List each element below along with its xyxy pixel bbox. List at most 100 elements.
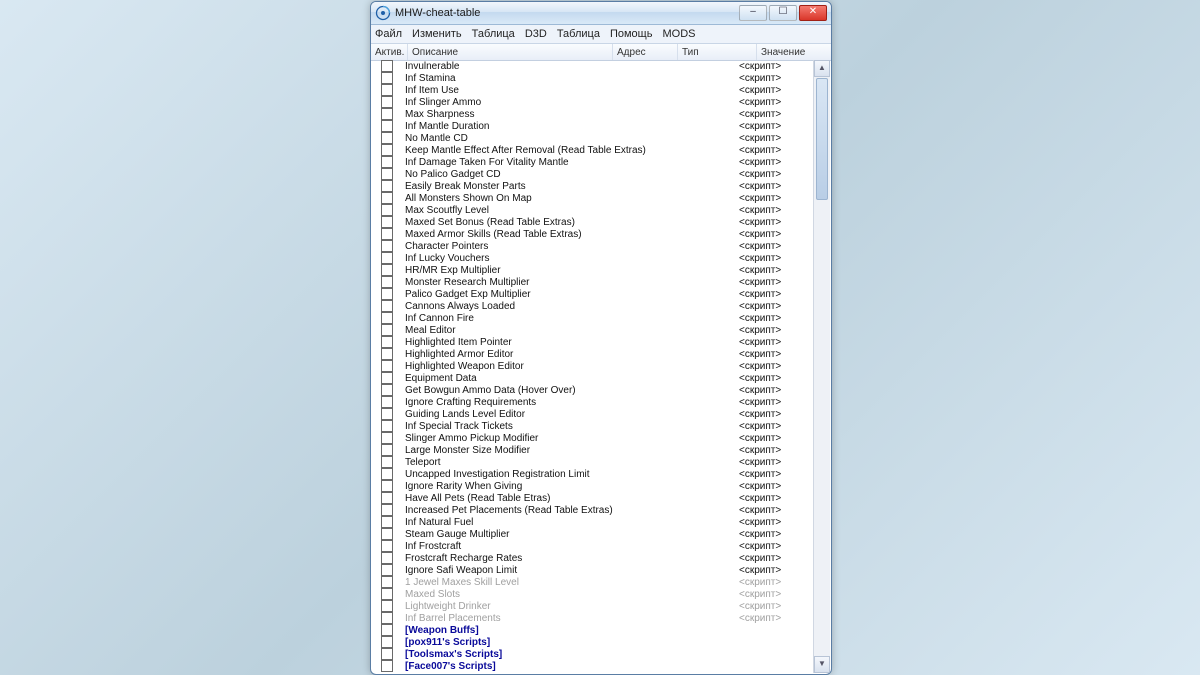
table-row[interactable]: Inf Natural Fuel<скрипт> [371,516,831,528]
table-row[interactable]: Cannons Always Loaded<скрипт> [371,300,831,312]
scroll-down-button[interactable]: ▼ [814,656,830,673]
checkbox-icon[interactable] [381,648,393,660]
table-row[interactable]: Large Monster Size Modifier<скрипт> [371,444,831,456]
table-row[interactable]: Highlighted Weapon Editor<скрипт> [371,360,831,372]
checkbox-icon[interactable] [381,60,393,72]
table-row[interactable]: [Face007's Scripts] [371,660,831,672]
active-checkbox[interactable] [371,348,403,360]
table-row[interactable]: Equipment Data<скрипт> [371,372,831,384]
checkbox-icon[interactable] [381,96,393,108]
table-row[interactable]: Inf Lucky Vouchers<скрипт> [371,252,831,264]
checkbox-icon[interactable] [381,516,393,528]
checkbox-icon[interactable] [381,540,393,552]
menu-table2[interactable]: Таблица [557,28,600,40]
table-row[interactable]: All Monsters Shown On Map<скрипт> [371,192,831,204]
checkbox-icon[interactable] [381,396,393,408]
col-value[interactable]: Значение [757,44,831,60]
table-row[interactable]: No Mantle CD<скрипт> [371,132,831,144]
active-checkbox[interactable] [371,144,403,156]
active-checkbox[interactable] [371,60,403,72]
active-checkbox[interactable] [371,96,403,108]
table-row[interactable]: Highlighted Armor Editor<скрипт> [371,348,831,360]
active-checkbox[interactable] [371,84,403,96]
active-checkbox[interactable] [371,168,403,180]
active-checkbox[interactable] [371,444,403,456]
active-checkbox[interactable] [371,408,403,420]
checkbox-icon[interactable] [381,480,393,492]
menu-d3d[interactable]: D3D [525,28,547,40]
menu-file[interactable]: Файл [375,28,402,40]
checkbox-icon[interactable] [381,264,393,276]
table-row[interactable]: Steam Gauge Multiplier<скрипт> [371,528,831,540]
checkbox-icon[interactable] [381,552,393,564]
active-checkbox[interactable] [371,204,403,216]
table-row[interactable]: Easily Break Monster Parts<скрипт> [371,180,831,192]
active-checkbox[interactable] [371,648,403,660]
checkbox-icon[interactable] [381,660,393,672]
checkbox-icon[interactable] [381,444,393,456]
table-row[interactable]: Monster Research Multiplier<скрипт> [371,276,831,288]
active-checkbox[interactable] [371,252,403,264]
table-row[interactable]: Ignore Rarity When Giving<скрипт> [371,480,831,492]
col-description[interactable]: Описание [408,44,613,60]
table-row[interactable]: Max Sharpness<скрипт> [371,108,831,120]
checkbox-icon[interactable] [381,360,393,372]
active-checkbox[interactable] [371,624,403,636]
active-checkbox[interactable] [371,384,403,396]
checkbox-icon[interactable] [381,300,393,312]
maximize-button[interactable]: ☐ [769,5,797,21]
table-row[interactable]: 1 Jewel Maxes Skill Level<скрипт> [371,576,831,588]
active-checkbox[interactable] [371,264,403,276]
minimize-button[interactable]: – [739,5,767,21]
menu-edit[interactable]: Изменить [412,28,462,40]
active-checkbox[interactable] [371,480,403,492]
active-checkbox[interactable] [371,192,403,204]
checkbox-icon[interactable] [381,240,393,252]
menu-help[interactable]: Помощь [610,28,653,40]
checkbox-icon[interactable] [381,336,393,348]
col-address[interactable]: Адрес [613,44,678,60]
scroll-up-button[interactable]: ▲ [814,60,830,77]
active-checkbox[interactable] [371,504,403,516]
table-row[interactable]: Inf Slinger Ammo<скрипт> [371,96,831,108]
active-checkbox[interactable] [371,312,403,324]
table-row[interactable]: Palico Gadget Exp Multiplier<скрипт> [371,288,831,300]
active-checkbox[interactable] [371,360,403,372]
table-row[interactable]: Get Bowgun Ammo Data (Hover Over)<скрипт… [371,384,831,396]
table-row[interactable]: Uncapped Investigation Registration Limi… [371,468,831,480]
checkbox-icon[interactable] [381,84,393,96]
checkbox-icon[interactable] [381,132,393,144]
col-type[interactable]: Тип [678,44,757,60]
table-row[interactable]: Inf Barrel Placements<скрипт> [371,612,831,624]
active-checkbox[interactable] [371,276,403,288]
active-checkbox[interactable] [371,216,403,228]
table-row[interactable]: No Palico Gadget CD<скрипт> [371,168,831,180]
active-checkbox[interactable] [371,660,403,672]
checkbox-icon[interactable] [381,324,393,336]
table-row[interactable]: Inf Damage Taken For Vitality Mantle<скр… [371,156,831,168]
active-checkbox[interactable] [371,588,403,600]
active-checkbox[interactable] [371,468,403,480]
table-row[interactable]: Have All Pets (Read Table Etras)<скрипт> [371,492,831,504]
checkbox-icon[interactable] [381,180,393,192]
checkbox-icon[interactable] [381,156,393,168]
table-row[interactable]: Character Pointers<скрипт> [371,240,831,252]
table-row[interactable]: [pox911's Scripts] [371,636,831,648]
active-checkbox[interactable] [371,576,403,588]
active-checkbox[interactable] [371,288,403,300]
table-row[interactable]: Maxed Slots<скрипт> [371,588,831,600]
checkbox-icon[interactable] [381,492,393,504]
active-checkbox[interactable] [371,336,403,348]
table-row[interactable]: Ignore Safi Weapon Limit<скрипт> [371,564,831,576]
table-row[interactable]: Max Scoutfly Level<скрипт> [371,204,831,216]
checkbox-icon[interactable] [381,228,393,240]
col-active[interactable]: Актив. [371,44,408,60]
table-row[interactable]: Invulnerable<скрипт> [371,60,831,72]
table-row[interactable]: Teleport<скрипт> [371,456,831,468]
active-checkbox[interactable] [371,240,403,252]
table-row[interactable]: HR/MR Exp Multiplier<скрипт> [371,264,831,276]
active-checkbox[interactable] [371,636,403,648]
active-checkbox[interactable] [371,108,403,120]
active-checkbox[interactable] [371,432,403,444]
checkbox-icon[interactable] [381,384,393,396]
